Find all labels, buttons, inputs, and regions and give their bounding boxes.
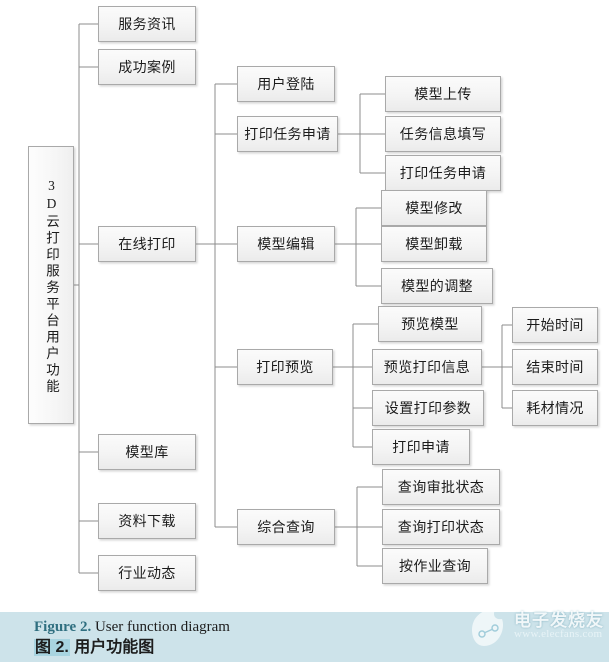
caption-en-text: User function diagram — [94, 619, 230, 635]
node-set-print-params[interactable]: 设置打印参数 — [372, 390, 484, 426]
node-label: 行业动态 — [118, 567, 176, 582]
node-label: 用户登陆 — [257, 78, 315, 93]
node-end-time[interactable]: 结束时间 — [512, 349, 598, 385]
node-print-task-request[interactable]: 打印任务申请 — [385, 155, 501, 191]
node-label: 设置打印参数 — [384, 402, 472, 417]
node-task-info-fill[interactable]: 任务信息填写 — [385, 116, 501, 152]
node-user-login[interactable]: 用户登陆 — [237, 66, 335, 102]
node-label: 耗材情况 — [526, 402, 584, 417]
node-label: 模型修改 — [405, 202, 463, 217]
caption-en-prefix: Figure 2. — [34, 619, 92, 635]
caption-chinese: 图 2. 用户功能图 — [34, 637, 454, 659]
node-root[interactable]: 3D云打印服务平台用户功能 — [28, 146, 74, 424]
node-integrated-query[interactable]: 综合查询 — [237, 509, 335, 545]
node-label: 打印预览 — [256, 361, 314, 376]
node-material-usage[interactable]: 耗材情况 — [512, 390, 598, 426]
node-label: 模型库 — [125, 446, 169, 461]
node-preview-model[interactable]: 预览模型 — [378, 306, 482, 342]
node-query-print-status[interactable]: 查询打印状态 — [382, 509, 500, 545]
node-label: 模型上传 — [414, 88, 472, 103]
node-query-by-job[interactable]: 按作业查询 — [382, 548, 488, 584]
node-service-info[interactable]: 服务资讯 — [98, 6, 196, 42]
figure-canvas: 3D云打印服务平台用户功能 服务资讯 成功案例 在线打印 模型库 资料下载 行业… — [0, 0, 609, 662]
caption-zh-prefix: 图 2. — [34, 639, 70, 657]
node-model-unload[interactable]: 模型卸载 — [381, 226, 487, 262]
node-industry-news[interactable]: 行业动态 — [98, 555, 196, 591]
node-print-request[interactable]: 打印申请 — [372, 429, 470, 465]
node-label: 在线打印 — [118, 238, 176, 253]
node-preview-print-info[interactable]: 预览打印信息 — [372, 349, 482, 385]
node-label: 结束时间 — [526, 361, 584, 376]
node-label: 模型的调整 — [401, 280, 473, 295]
node-label: 打印任务申请 — [399, 167, 487, 182]
node-model-modify[interactable]: 模型修改 — [381, 190, 487, 226]
caption-english: Figure 2. User function diagram — [34, 617, 454, 637]
node-label: 预览打印信息 — [383, 361, 471, 376]
caption-zh-text: 用户功能图 — [74, 639, 155, 657]
node-start-time[interactable]: 开始时间 — [512, 307, 598, 343]
node-model-adjust[interactable]: 模型的调整 — [381, 268, 493, 304]
node-label: 按作业查询 — [399, 560, 471, 575]
node-label: 打印申请 — [392, 441, 450, 456]
node-label: 查询打印状态 — [397, 521, 485, 536]
node-label: 模型编辑 — [257, 238, 315, 253]
node-label: 打印任务申请 — [244, 128, 331, 143]
node-label: 开始时间 — [526, 319, 584, 334]
node-query-approval-status[interactable]: 查询审批状态 — [382, 469, 500, 505]
node-label: 模型卸载 — [405, 238, 463, 253]
node-root-label: 3D云打印服务平台用户功能 — [44, 178, 59, 396]
node-label: 预览模型 — [401, 318, 459, 333]
node-label: 综合查询 — [257, 521, 315, 536]
figure-caption: Figure 2. User function diagram 图 2. 用户功… — [34, 617, 454, 659]
node-print-preview[interactable]: 打印预览 — [237, 349, 333, 385]
node-success-cases[interactable]: 成功案例 — [98, 49, 196, 85]
node-label: 任务信息填写 — [399, 128, 487, 143]
node-online-print[interactable]: 在线打印 — [98, 226, 196, 262]
node-label: 服务资讯 — [118, 18, 176, 33]
node-label: 成功案例 — [118, 61, 176, 76]
node-material-download[interactable]: 资料下载 — [98, 503, 196, 539]
node-model-edit[interactable]: 模型编辑 — [237, 226, 335, 262]
node-model-upload[interactable]: 模型上传 — [385, 76, 501, 112]
node-label: 查询审批状态 — [397, 481, 485, 496]
node-model-library[interactable]: 模型库 — [98, 434, 196, 470]
node-print-task-application[interactable]: 打印任务申请 — [237, 116, 338, 152]
node-label: 资料下载 — [118, 515, 176, 530]
